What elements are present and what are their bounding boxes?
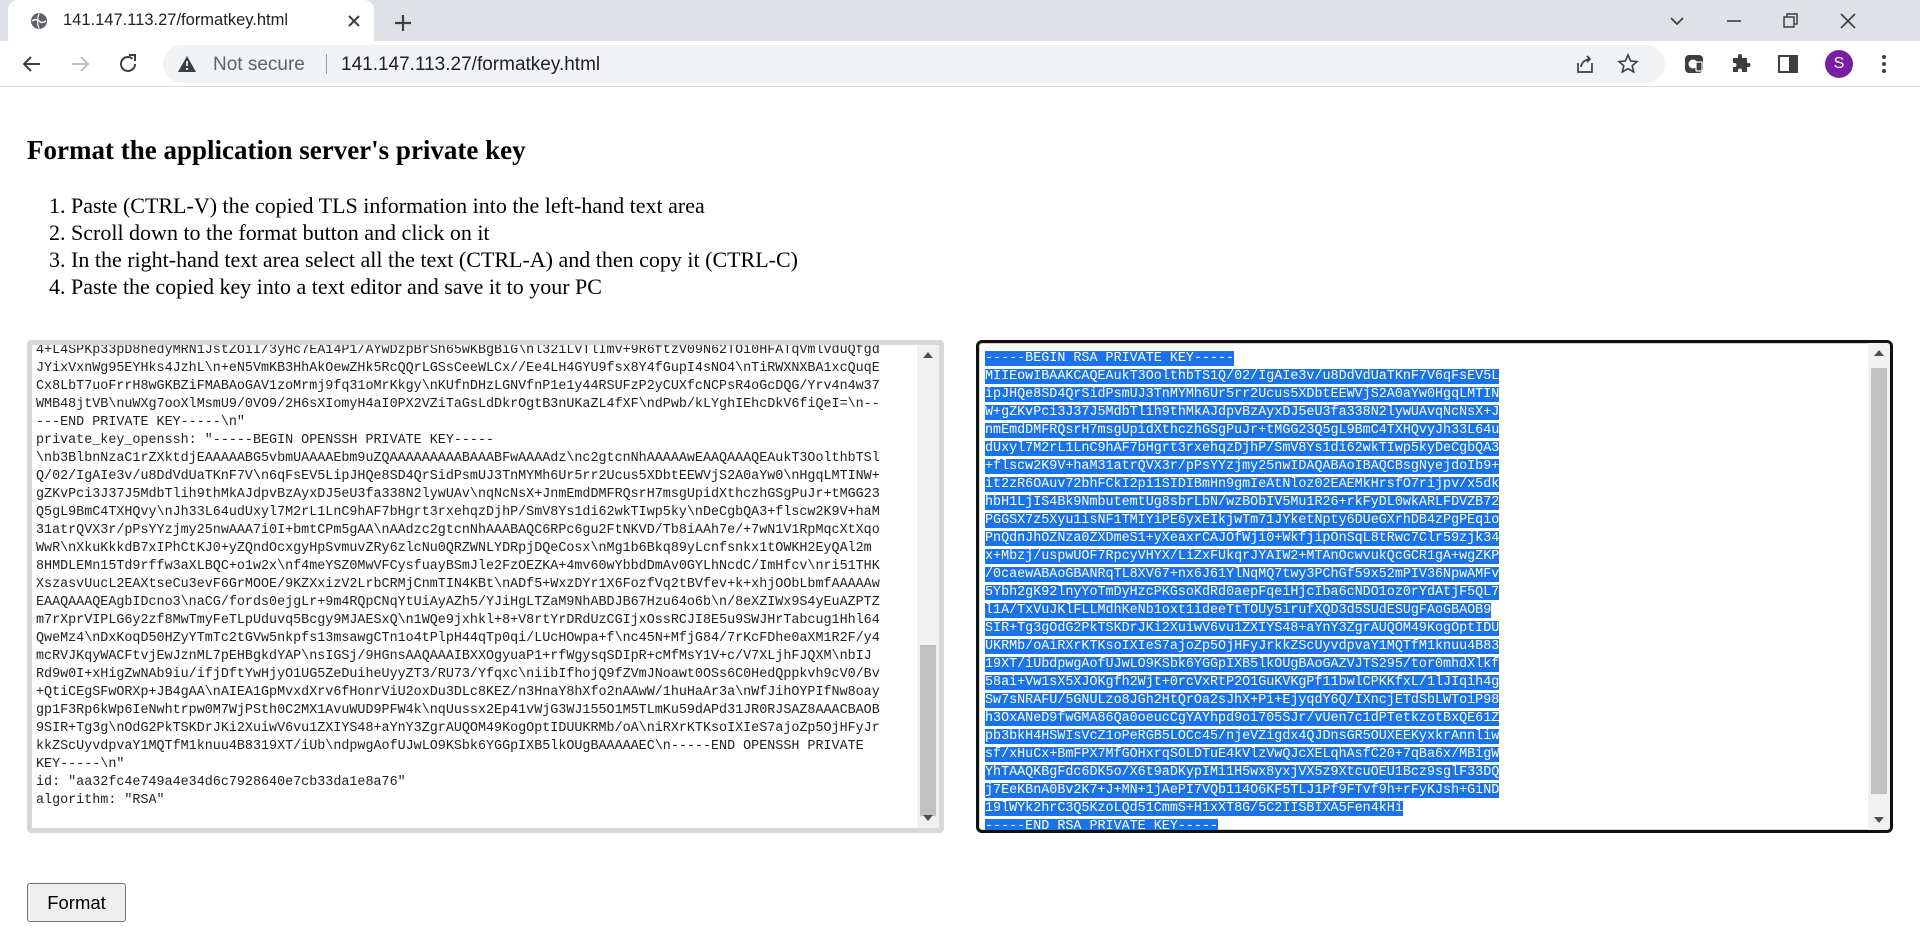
scroll-down-icon[interactable] — [923, 815, 933, 821]
scroll-down-icon[interactable] — [1874, 817, 1884, 823]
output-text-line: 5Ybh2gK92lnyYoTmDyHzcPKGsoKdRd0aepFqeiHj… — [985, 585, 1500, 600]
url-text[interactable]: 141.147.113.27/formatkey.html — [341, 54, 600, 76]
input-text-line: kkZScUyvdpvaY1MQTfM1knuu4B8319XT/iUb\ndp… — [36, 739, 864, 754]
output-text-line: pb3bkH4HSWIsVcZ1oPeRGB5LOCc45/njeVZigdx4… — [985, 729, 1500, 744]
output-textarea[interactable]: -----BEGIN RSA PRIVATE KEY----- MIIEowIBA… — [976, 340, 1893, 833]
output-text-line: j7EeKBnA0Bv2K7+J+MN+1jAePI7VQb114O6KF5TL… — [985, 783, 1500, 798]
output-text-line: +flscw2K9V+haM31atrQVX3r/pPsYYzjmy25nwID… — [985, 459, 1500, 474]
output-text-line: SIR+Tg3gOdG2PkTSKDrJKi2XuiwV6vu1ZXIYS48+… — [985, 621, 1500, 636]
page-content: Format the application server's private … — [0, 88, 1920, 944]
output-text-line: dUxyl7M2rL1LnC9hAF7bHgrt3rxehqzDjhP/SmV8… — [985, 441, 1500, 456]
input-text-line: EAAQAAAQEAgbIDcno3\naCG/fords0ejgLr+9m4R… — [36, 595, 880, 610]
output-text-line: PGGSX7z5Xyu1isNF1TMIYiPE6yxEIkjwTm71JYke… — [985, 513, 1500, 528]
output-text: -----BEGIN RSA PRIVATE KEY----- MIIEowIBA… — [985, 350, 1864, 833]
close-window-icon[interactable] — [1819, 0, 1876, 41]
input-text-line: ---END PRIVATE KEY-----\n" — [36, 415, 245, 430]
page-title: Format the application server's private … — [27, 135, 526, 165]
input-text-line: private_key_openssh: "-----BEGIN OPENSSH… — [36, 433, 495, 448]
format-button[interactable]: Format — [27, 883, 126, 922]
input-text-line: Q/02/IgAIe3v/u8DdVdUaTKnF7V\n6qFsEV5LipJ… — [36, 469, 880, 484]
output-text-line: 19XT/iUbdpwgAofUJwLO9KSbk6YGGpIXB5lkOUgB… — [985, 657, 1500, 672]
warning-icon[interactable] — [177, 55, 197, 73]
input-text-line: algorithm: "RSA" — [36, 793, 165, 808]
output-text-line: UKRMb/oAiRXrKTKsoIXIeS7ajoZp5OjHFyJrkkZS… — [985, 639, 1500, 654]
input-text-line: 4+L4SPKp33pD8hedyMRN1JstZOiI/3yHc7EA14P1… — [36, 343, 880, 358]
input-text-line: id: "aa32fc4e749a4e34d6c7928640e7cb33da1… — [36, 775, 406, 790]
scroll-up-icon[interactable] — [1874, 350, 1884, 356]
reload-icon[interactable] — [116, 52, 140, 76]
output-text-line: h3OxANeD9fwGMA86Qa0oeucCgYAYhpd9oi705SJr… — [985, 711, 1500, 726]
input-text-line: XszasvUucL2EAXtseCu3evF6GrMOOE/9KZXxizV2… — [36, 577, 880, 592]
input-textarea[interactable]: 4+L4SPKp33pD8hedyMRN1JstZOiI/3yHc7EA14P1… — [27, 340, 944, 833]
tab-title: 141.147.113.27/formatkey.html — [63, 11, 289, 29]
input-text-line: QweMz4\nDxKoqD50HZyYTmTc2tGVw5nkpfs13msa… — [36, 631, 880, 646]
share-icon[interactable] — [1574, 53, 1596, 75]
input-text-line: \nb3BlbnNzaC1rZXktdjEAAAAABG5vbmUAAAAEbm… — [36, 451, 880, 466]
output-scrollbar[interactable] — [1868, 343, 1890, 830]
input-text-line: 31atrQVX3r/pPsYYzjmy25nwAAA7i0I+bmtCPm5g… — [36, 523, 880, 538]
output-text-line: hbH1LjIS4Bk9NmbutemtUg8sbrLbN/wzBObIV5Mu… — [985, 495, 1500, 510]
tab-search-icon[interactable] — [1648, 0, 1705, 41]
extension-badge-icon[interactable] — [1682, 52, 1706, 76]
instructions-list: Paste (CTRL-V) the copied TLS informatio… — [71, 192, 798, 300]
input-text: 4+L4SPKp33pD8hedyMRN1JstZOiI/3yHc7EA14P1… — [36, 343, 913, 810]
scroll-up-icon[interactable] — [923, 352, 933, 358]
minimize-icon[interactable] — [1705, 0, 1762, 41]
instruction-step: Paste (CTRL-V) the copied TLS informatio… — [71, 192, 798, 219]
output-text-line: l1A/TxVuJKlFLLMdhKeNb1oxt1ideeTtTOUy5iru… — [985, 603, 1492, 618]
output-text-line: 19lWYk2hrC3Q5KzoLQd51CmmS+H1xXT8G/5C2IIS… — [985, 801, 1403, 816]
back-icon[interactable] — [20, 52, 44, 76]
input-text-line: KEY-----\n" — [36, 757, 125, 772]
output-text-line: ipJHQe8SD4QrSidPsmUJ3TnMYMh6Ur5rr2Ucus5X… — [985, 387, 1500, 402]
output-text-line: sf/xHuCx+BmFPX7MfGOHxrqSOLDTuE4kVlzVwQJc… — [985, 747, 1500, 762]
side-panel-icon[interactable] — [1776, 52, 1800, 76]
input-text-line: Q5gL9BmC4TXHQvy\nJh33L64udUxyl7M2rL1LnC9… — [36, 505, 880, 520]
bookmark-star-icon[interactable] — [1617, 53, 1639, 75]
output-text-line: Sw7sNRAFU/5GNULzo8JGh2HtQrOa2sJhX+Pi+Ejy… — [985, 693, 1500, 708]
browser-toolbar: Not secure 141.147.113.27/formatkey.html… — [0, 41, 1920, 87]
output-text-line: YhTAAQKBgFdc6DK5o/X6t9aDKypIMi1H5wx8yxjV… — [985, 765, 1500, 780]
output-text-line: 58ai+Vw1sX5XJOKgfh2Wjt+0rcVxRtP2O1GuKVKg… — [985, 675, 1500, 690]
input-text-line: gp1F3Rp6kWp6IeNwhtrpw0M7WjPSth0C2MX1AvuW… — [36, 703, 880, 718]
output-text-line: MIIEowIBAAKCAQEAukT3OolthbTS1Q/02/IgAIe3… — [985, 369, 1500, 384]
input-text-line: m7rXprVIPLG6y2zf8MwTmyFeTLpUduvq5Bcgy9MJ… — [36, 613, 880, 628]
forward-icon[interactable] — [68, 52, 92, 76]
globe-icon — [31, 13, 47, 29]
output-text-line: nmEmdDMFRQsrH7msgUpidXthczhGSgPuJr+tMGG2… — [985, 423, 1500, 438]
profile-avatar[interactable]: S — [1825, 50, 1853, 78]
menu-kebab-icon[interactable] — [1872, 52, 1896, 76]
output-text-line: x+Mbzj/uspwUOF7RpcyVHYX/LiZxFUkqrJYAIW2+… — [985, 549, 1500, 564]
input-text-line: 9SIR+Tg3g\nOdG2PkTSKDrJKi2XuiwV6vu1ZXIYS… — [36, 721, 880, 736]
input-text-line: WMB48jtVB\nuWXg7ooXlMsmU9/0VO9/2H6sXIomy… — [36, 397, 880, 412]
output-text-line: -----BEGIN RSA PRIVATE KEY----- — [985, 351, 1235, 366]
scroll-thumb[interactable] — [920, 645, 936, 816]
input-text-line: 8HMDLEMn15Td9rffw3aXLBQC+o1w2x\nf4meYSZ0… — [36, 559, 880, 574]
close-tab-icon[interactable] — [344, 11, 364, 31]
input-text-line: WwR\nXkuKkkdB7xIPhCtKJ0+yZQndOcxgyHpSvmu… — [36, 541, 872, 556]
tab-strip: 141.147.113.27/formatkey.html — [0, 0, 1920, 41]
input-text-line: Rd9w0I+xHigZwNAb9iu/ifjDftYwHjyO1UG5ZeDu… — [36, 667, 880, 682]
address-bar[interactable]: Not secure 141.147.113.27/formatkey.html — [163, 45, 1665, 83]
new-tab-icon[interactable] — [389, 9, 417, 37]
output-text-line: PnQdnJhOZNza0ZXDmeS1+yXeaxrCAJOfWji0+Wkf… — [985, 531, 1500, 546]
instruction-step: Paste the copied key into a text editor … — [71, 273, 798, 300]
input-text-line: +QtiCEgSFwORXp+JB4gAA\nAIEA1GpMvxdXrv6fH… — [36, 685, 880, 700]
input-text-line: Cx8LbT7uoFrrH8wGKBZiFMABAoGAV1zoMrmj9fq3… — [36, 379, 880, 394]
browser-tab[interactable]: 141.147.113.27/formatkey.html — [8, 0, 374, 41]
instruction-step: In the right-hand text area select all t… — [71, 246, 798, 273]
divider — [326, 54, 327, 74]
input-text-line: mcRVJKqyWACFtvjEwJznML7pEHBgkdYAP\nsIGSj… — [36, 649, 872, 664]
output-text-line: it2zR6OAuv72bhFCkI2pi1SIDIBmHn9gmIeAtNlo… — [985, 477, 1500, 492]
extensions-puzzle-icon[interactable] — [1729, 52, 1753, 76]
input-scrollbar[interactable] — [917, 345, 939, 828]
input-text-line: JYixVxnWg95EYHks4JzhL\n+eN5VmKB3HhAkOewZ… — [36, 361, 880, 376]
restore-icon[interactable] — [1762, 0, 1819, 41]
security-label[interactable]: Not secure — [213, 54, 305, 76]
output-text-line: W+gZKvPci3J37J5MdbTlih9thMkAJdpvBzAyxDJ5… — [985, 405, 1500, 420]
output-text-line: /0caewABAoGBANRqTL8XV67+nx6J61YlNqMQ7twy… — [985, 567, 1500, 582]
output-text-line: -----END RSA PRIVATE KEY----- — [985, 819, 1219, 833]
scroll-thumb[interactable] — [1871, 368, 1887, 794]
instruction-step: Scroll down to the format button and cli… — [71, 219, 798, 246]
input-text-line: gZKvPci3J37J5MdbTlih9thMkAJdpvBzAyxDJ5eU… — [36, 487, 880, 502]
